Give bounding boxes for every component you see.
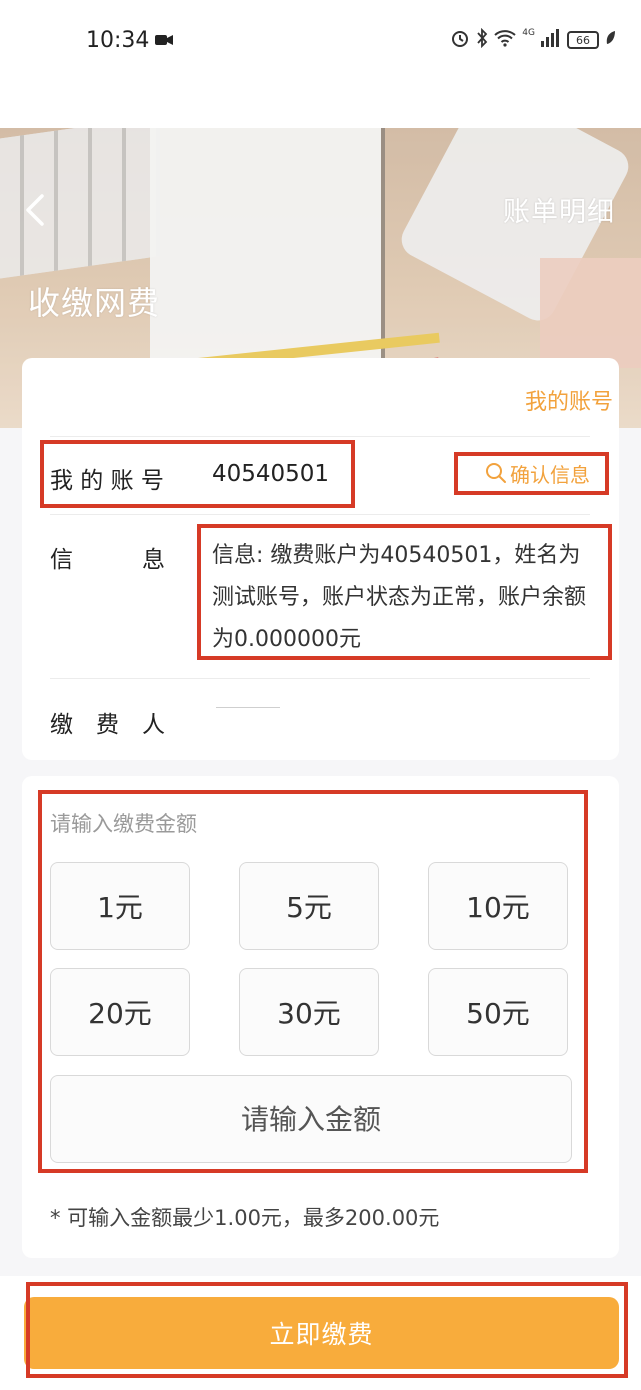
page-title: 收缴网费 <box>28 284 161 322</box>
wifi-icon <box>494 29 516 51</box>
pay-now-button[interactable]: 立即缴费 <box>24 1297 619 1369</box>
bill-detail-link[interactable]: 账单明细 <box>503 190 615 229</box>
account-info-text: 信息: 缴费账户为40540501，姓名为测试账号，账户状态为正常，账户余额为0… <box>212 543 587 652</box>
amount-option-5[interactable]: 5元 <box>239 862 379 950</box>
amount-limit-hint: * 可输入金额最少1.00元，最多200.00元 <box>50 1206 440 1230</box>
custom-amount-input[interactable] <box>51 1076 571 1162</box>
leaf-icon <box>605 30 617 50</box>
amount-option-50[interactable]: 50元 <box>428 968 568 1056</box>
signal-icon <box>541 29 561 51</box>
alarm-icon <box>450 28 470 52</box>
back-arrow-icon[interactable] <box>20 192 50 228</box>
status-time: 10:34 <box>86 27 150 53</box>
amount-prompt: 请输入缴费金额 <box>50 812 197 836</box>
payer-input[interactable] <box>216 707 280 708</box>
amount-option-30[interactable]: 30元 <box>239 968 379 1056</box>
account-label: 我 的 账 号 <box>50 468 164 494</box>
payer-label: 缴 费 人 <box>50 712 165 738</box>
battery-icon: 66 <box>567 31 599 49</box>
battery-level: 66 <box>576 33 590 47</box>
custom-amount-field[interactable] <box>50 1075 572 1163</box>
search-icon <box>486 463 506 483</box>
amount-option-1[interactable]: 1元 <box>50 862 190 950</box>
divider <box>50 678 590 679</box>
info-label: 信 息 <box>50 547 165 573</box>
account-number[interactable]: 40540501 <box>212 461 329 487</box>
confirm-info-button[interactable]: 确认信息 <box>484 458 590 488</box>
video-camera-icon <box>155 28 174 53</box>
amount-option-20[interactable]: 20元 <box>50 968 190 1056</box>
bluetooth-icon <box>476 27 488 52</box>
network-type-label: 4G <box>522 28 535 38</box>
header-spacer <box>0 80 641 128</box>
confirm-info-label: 确认信息 <box>510 462 590 487</box>
divider <box>50 514 590 515</box>
my-account-link[interactable]: 我的账号 <box>525 384 613 416</box>
status-bar: 10:34 4G 66 <box>0 0 641 80</box>
amount-option-10[interactable]: 10元 <box>428 862 568 950</box>
divider <box>50 436 590 437</box>
